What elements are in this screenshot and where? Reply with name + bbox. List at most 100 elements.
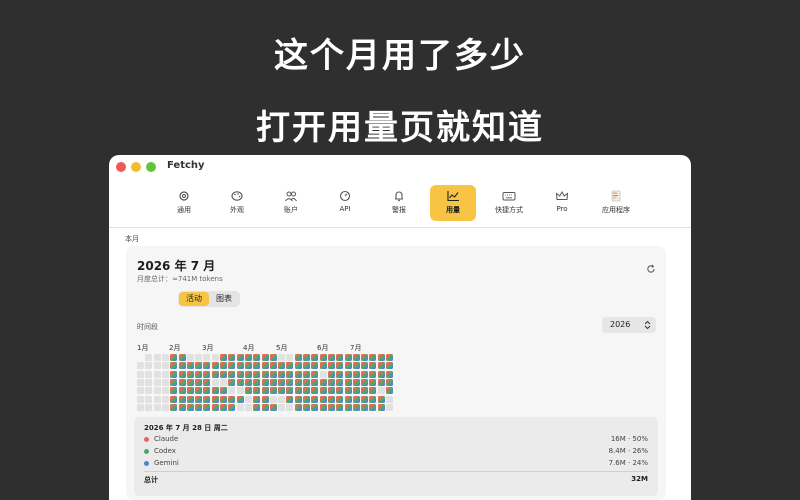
- heatmap-cell[interactable]: [352, 370, 360, 378]
- heatmap-cell[interactable]: [161, 403, 169, 411]
- heatmap-cell[interactable]: [178, 387, 186, 395]
- heatmap-cell[interactable]: [220, 395, 227, 403]
- heatmap-cell[interactable]: [319, 403, 327, 411]
- heatmap-cell[interactable]: [195, 378, 203, 386]
- heatmap-cell[interactable]: [278, 387, 286, 395]
- heatmap-cell[interactable]: [145, 370, 153, 378]
- heatmap-cell[interactable]: [211, 378, 219, 386]
- heatmap-cell[interactable]: [286, 395, 294, 403]
- heatmap-cell[interactable]: [244, 370, 252, 378]
- heatmap-cell[interactable]: [319, 395, 327, 403]
- heatmap-cell[interactable]: [377, 395, 385, 403]
- heatmap-cell[interactable]: [253, 354, 261, 361]
- heatmap-cell[interactable]: [186, 362, 194, 370]
- heatmap-cell[interactable]: [228, 370, 236, 378]
- heatmap-cell[interactable]: [253, 395, 261, 403]
- heatmap-cell[interactable]: [195, 370, 203, 378]
- heatmap-cell[interactable]: [386, 370, 393, 378]
- heatmap-cell[interactable]: [319, 362, 327, 370]
- heatmap-cell[interactable]: [294, 378, 302, 386]
- heatmap-cell[interactable]: [377, 403, 385, 411]
- heatmap-cell[interactable]: [203, 362, 211, 370]
- heatmap-cell[interactable]: [278, 362, 286, 370]
- heatmap-cell[interactable]: [228, 354, 236, 361]
- heatmap-cell[interactable]: [369, 354, 377, 361]
- heatmap-cell[interactable]: [278, 395, 286, 403]
- heatmap-cell[interactable]: [228, 395, 236, 403]
- heatmap-cell[interactable]: [253, 378, 261, 386]
- heatmap-cell[interactable]: [311, 395, 319, 403]
- heatmap-cell[interactable]: [161, 387, 169, 395]
- heatmap-cell[interactable]: [236, 370, 244, 378]
- heatmap-cell[interactable]: [261, 378, 269, 386]
- heatmap-cell[interactable]: [294, 403, 302, 411]
- heatmap-cell[interactable]: [161, 362, 169, 370]
- heatmap-cell[interactable]: [352, 354, 360, 361]
- heatmap-cell[interactable]: [286, 378, 294, 386]
- tab-accounts[interactable]: 账户: [268, 185, 314, 221]
- heatmap-cell[interactable]: [361, 378, 369, 386]
- heatmap-cell[interactable]: [303, 370, 310, 378]
- tab-pro[interactable]: Pro: [539, 185, 585, 221]
- heatmap-cell[interactable]: [327, 378, 335, 386]
- heatmap-cell[interactable]: [186, 370, 194, 378]
- heatmap-cell[interactable]: [178, 378, 186, 386]
- heatmap-cell[interactable]: [352, 378, 360, 386]
- heatmap-cell[interactable]: [319, 370, 327, 378]
- heatmap-cell[interactable]: [261, 403, 269, 411]
- heatmap-cell[interactable]: [220, 403, 227, 411]
- heatmap-cell[interactable]: [377, 387, 385, 395]
- heatmap-cell[interactable]: [278, 378, 286, 386]
- heatmap-cell[interactable]: [253, 387, 261, 395]
- heatmap-cell[interactable]: [294, 387, 302, 395]
- heatmap-cell[interactable]: [327, 354, 335, 361]
- heatmap-cell[interactable]: [311, 370, 319, 378]
- heatmap-cell[interactable]: [386, 378, 393, 386]
- heatmap-cell[interactable]: [269, 387, 277, 395]
- heatmap-cell[interactable]: [344, 403, 352, 411]
- heatmap-cell[interactable]: [361, 403, 369, 411]
- heatmap-cell[interactable]: [195, 354, 203, 361]
- heatmap-cell[interactable]: [153, 387, 161, 395]
- heatmap-cell[interactable]: [203, 378, 211, 386]
- heatmap-cell[interactable]: [352, 395, 360, 403]
- heatmap-cell[interactable]: [319, 354, 327, 361]
- heatmap-cell[interactable]: [153, 354, 161, 361]
- heatmap-cell[interactable]: [244, 378, 252, 386]
- heatmap-cell[interactable]: [352, 387, 360, 395]
- heatmap-cell[interactable]: [145, 395, 153, 403]
- heatmap-cell[interactable]: [195, 362, 203, 370]
- heatmap-cell[interactable]: [269, 395, 277, 403]
- tab-shortcuts[interactable]: 快捷方式: [486, 185, 532, 221]
- heatmap-cell[interactable]: [153, 378, 161, 386]
- heatmap-cell[interactable]: [170, 403, 178, 411]
- heatmap-cell[interactable]: [236, 378, 244, 386]
- heatmap-cell[interactable]: [294, 362, 302, 370]
- heatmap-cell[interactable]: [327, 395, 335, 403]
- heatmap-cell[interactable]: [344, 354, 352, 361]
- heatmap-cell[interactable]: [178, 403, 186, 411]
- heatmap-cell[interactable]: [228, 403, 236, 411]
- heatmap-cell[interactable]: [303, 395, 310, 403]
- heatmap-cell[interactable]: [137, 378, 144, 386]
- heatmap-cell[interactable]: [303, 403, 310, 411]
- heatmap-cell[interactable]: [311, 387, 319, 395]
- heatmap-cell[interactable]: [253, 370, 261, 378]
- heatmap-cell[interactable]: [203, 354, 211, 361]
- heatmap-cell[interactable]: [369, 362, 377, 370]
- heatmap-cell[interactable]: [311, 362, 319, 370]
- heatmap-cell[interactable]: [386, 362, 393, 370]
- minimize-window-button[interactable]: [131, 162, 141, 172]
- heatmap-cell[interactable]: [211, 362, 219, 370]
- heatmap-cell[interactable]: [319, 387, 327, 395]
- heatmap-cell[interactable]: [361, 370, 369, 378]
- tab-general[interactable]: 通用: [161, 185, 207, 221]
- heatmap-cell[interactable]: [244, 395, 252, 403]
- heatmap-cell[interactable]: [369, 387, 377, 395]
- heatmap-cell[interactable]: [211, 387, 219, 395]
- heatmap-cell[interactable]: [269, 362, 277, 370]
- heatmap-cell[interactable]: [145, 354, 153, 361]
- heatmap-cell[interactable]: [236, 362, 244, 370]
- heatmap-cell[interactable]: [220, 362, 227, 370]
- heatmap-cell[interactable]: [170, 354, 178, 361]
